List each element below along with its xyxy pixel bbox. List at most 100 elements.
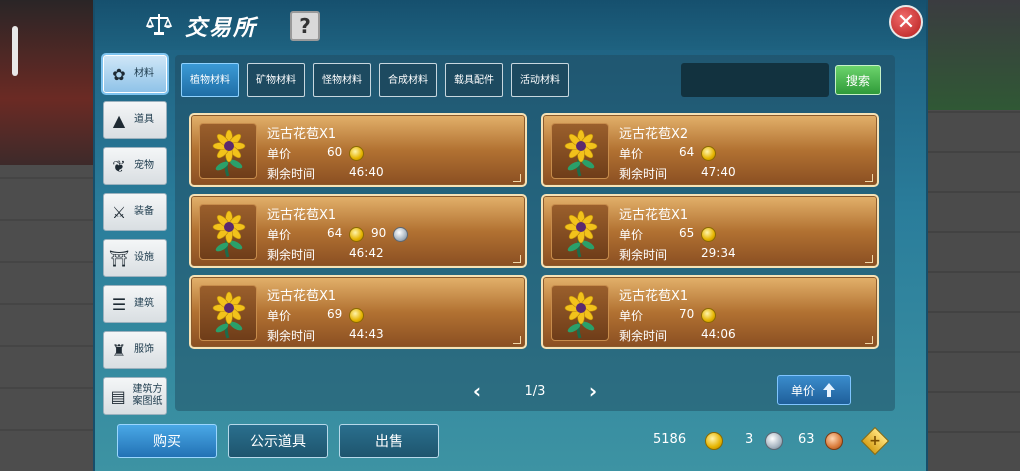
item-name: 远古花苞X1 xyxy=(267,289,337,304)
nav-label: 材料 xyxy=(134,68,154,79)
remaining-time: 44:06 xyxy=(701,327,736,341)
tab-monster-materials[interactable]: 怪物材料 xyxy=(313,63,371,97)
nav-label: 建筑 xyxy=(134,298,154,309)
nav-label: 装备 xyxy=(134,206,154,217)
tab-vehicle-parts[interactable]: 载具配件 xyxy=(445,63,503,97)
close-button[interactable]: ✕ xyxy=(889,5,923,39)
prev-page-icon[interactable]: ‹ xyxy=(465,379,489,403)
time-label: 剩余时间 xyxy=(619,329,668,343)
gold-price: 64 xyxy=(327,226,343,240)
nav-label: 宠物 xyxy=(134,160,154,171)
gold-coin-icon xyxy=(705,432,723,450)
next-page-icon[interactable]: › xyxy=(581,379,605,403)
flower-bud-icon xyxy=(199,204,257,260)
tab-event-materials[interactable]: 活动材料 xyxy=(511,63,569,97)
item-name: 远古花苞X1 xyxy=(619,289,689,304)
gold-coin-icon xyxy=(701,146,716,161)
scale-icon xyxy=(145,14,173,35)
nav-item-clothing[interactable]: ♜ 服饰 xyxy=(103,331,167,369)
silver-coin-icon xyxy=(765,432,783,450)
remaining-time: 46:42 xyxy=(349,246,384,260)
silver-balance: 3 xyxy=(745,432,754,447)
gold-coin-icon xyxy=(349,308,364,323)
title-bar: 交易所 ? ✕ xyxy=(95,0,926,50)
world-floor xyxy=(0,165,95,471)
price-label: 单价 xyxy=(619,309,644,323)
world-wall xyxy=(0,0,95,165)
page-indicator: 1/3 xyxy=(524,383,546,399)
gold-price: 70 xyxy=(679,307,695,321)
help-button[interactable]: ? xyxy=(290,11,320,41)
nav-label: 道具 xyxy=(134,114,154,125)
nav-item-blueprints[interactable]: ▤ 建筑方案图纸 xyxy=(103,377,167,415)
remaining-time: 44:43 xyxy=(349,327,384,341)
sort-label: 单价 xyxy=(790,383,815,398)
gold-coin-icon xyxy=(701,227,716,242)
plus-icon: + xyxy=(869,433,881,449)
flower-bud-icon xyxy=(551,285,609,341)
nav-item-facilities[interactable]: ⛩ 设施 xyxy=(103,239,167,277)
corner-mark xyxy=(513,255,521,263)
listing-card[interactable]: 远古花苞X1 单价 70 剩余时间 44:06 xyxy=(541,275,879,349)
corner-mark xyxy=(513,336,521,344)
sell-button[interactable]: 出售 xyxy=(339,424,439,458)
nav-item-equipment[interactable]: ⚔ 装备 xyxy=(103,193,167,231)
gold-price: 64 xyxy=(679,145,695,159)
price-label: 单价 xyxy=(267,147,292,161)
nav-label: 服饰 xyxy=(134,344,154,355)
nav-item-items[interactable]: ▲ 道具 xyxy=(103,101,167,139)
flower-bud-icon xyxy=(551,123,609,179)
nav-label: 设施 xyxy=(134,252,154,263)
listing-card[interactable]: 远古花苞X1 单价 69 剩余时间 44:43 xyxy=(189,275,527,349)
tab-mineral-materials[interactable]: 矿物材料 xyxy=(247,63,305,97)
time-label: 剩余时间 xyxy=(267,329,316,343)
add-currency-button[interactable]: + xyxy=(860,426,890,456)
silver-coin-icon xyxy=(393,227,408,242)
nav-item-pets[interactable]: ❦ 宠物 xyxy=(103,147,167,185)
remaining-time: 47:40 xyxy=(701,165,736,179)
listing-card[interactable]: 远古花苞X1 单价 64 90 剩余时间 46:42 xyxy=(189,194,527,268)
blueprint-icon: ▤ xyxy=(110,386,126,406)
sort-by-price-button[interactable]: 单价 xyxy=(777,375,851,405)
item-name: 远古花苞X1 xyxy=(619,208,689,223)
item-name: 远古花苞X1 xyxy=(267,127,337,142)
side-scroll-handle[interactable] xyxy=(12,26,18,76)
sort-arrow-icon xyxy=(823,383,835,397)
gold-balance: 5186 xyxy=(653,432,687,447)
remaining-time: 46:40 xyxy=(349,165,384,179)
tab-crafted-materials[interactable]: 合成材料 xyxy=(379,63,437,97)
tab-plant-materials[interactable]: 植物材料 xyxy=(181,63,239,97)
gold-coin-icon xyxy=(701,308,716,323)
remaining-time: 29:34 xyxy=(701,246,736,260)
bottom-bar: 购买 公示道具 出售 5186 3 63 + xyxy=(95,418,926,471)
price-label: 单价 xyxy=(619,228,644,242)
flower-bud-icon xyxy=(199,123,257,179)
listing-card[interactable]: 远古花苞X1 单价 65 剩余时间 29:34 xyxy=(541,194,879,268)
price-label: 单价 xyxy=(267,309,292,323)
pet-paw-icon: ❦ xyxy=(112,156,126,176)
equipment-icon: ⚔ xyxy=(111,202,127,222)
nav-item-materials[interactable]: ✿ 材料 xyxy=(103,55,167,93)
price-label: 单价 xyxy=(267,228,292,242)
listing-card[interactable]: 远古花苞X1 单价 60 剩余时间 46:40 xyxy=(189,113,527,187)
bronze-balance: 63 xyxy=(798,432,815,447)
search-button[interactable]: 搜索 xyxy=(835,65,881,95)
item-name: 远古花苞X1 xyxy=(267,208,337,223)
corner-mark xyxy=(865,255,873,263)
materials-icon: ✿ xyxy=(112,64,126,84)
buy-button[interactable]: 购买 xyxy=(117,424,217,458)
time-label: 剩余时间 xyxy=(619,167,668,181)
pager: ‹ 1/3 › xyxy=(465,377,605,405)
gold-coin-icon xyxy=(349,227,364,242)
gold-price: 69 xyxy=(327,307,343,321)
page-title: 交易所 xyxy=(185,15,258,41)
public-items-button[interactable]: 公示道具 xyxy=(228,424,328,458)
game-world-right xyxy=(920,0,1020,471)
listing-card[interactable]: 远古花苞X2 单价 64 剩余时间 47:40 xyxy=(541,113,879,187)
time-label: 剩余时间 xyxy=(267,167,316,181)
nav-item-buildings[interactable]: ☰ 建筑 xyxy=(103,285,167,323)
bronze-coin-icon xyxy=(825,432,843,450)
time-label: 剩余时间 xyxy=(619,248,668,262)
exchange-window: 交易所 ? ✕ ✿ 材料 ▲ 道具 ❦ 宠物 ⚔ 装备 ⛩ 设施 ☰ 建筑 ♜ xyxy=(93,0,928,471)
search-input[interactable] xyxy=(681,63,829,97)
